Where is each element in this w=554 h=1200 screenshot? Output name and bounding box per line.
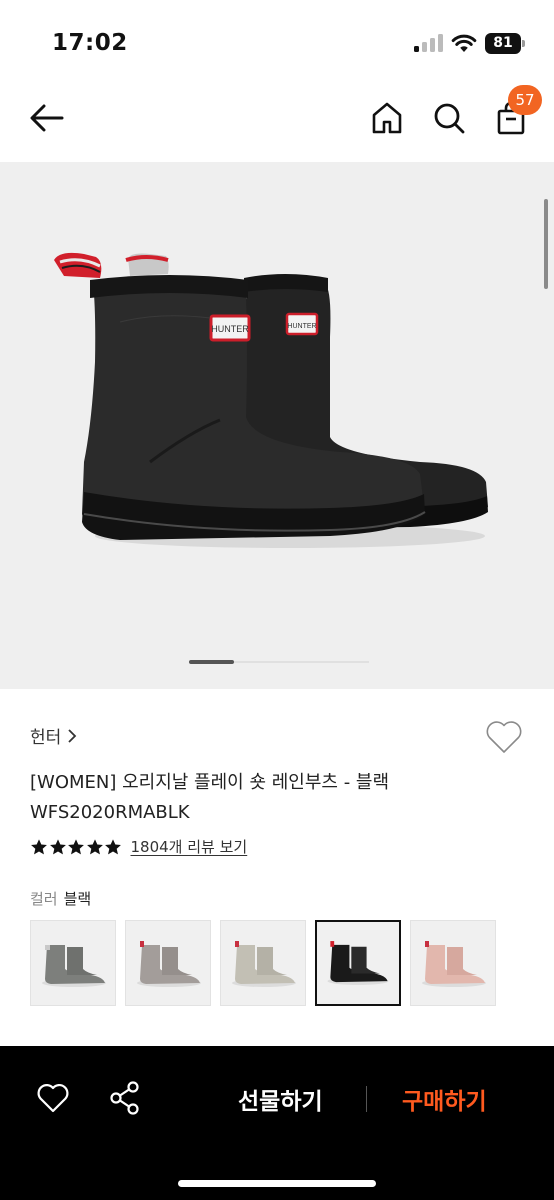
share-icon[interactable]	[108, 1080, 142, 1116]
brand-tag-text: HUNTER	[211, 324, 249, 334]
brand-link[interactable]: 헌터	[30, 723, 77, 748]
home-icon[interactable]	[369, 100, 405, 136]
bottom-action-bar: 선물하기 구매하기	[0, 1046, 554, 1200]
buy-button[interactable]: 구매하기	[402, 1082, 487, 1116]
color-swatch-beige[interactable]	[220, 920, 306, 1006]
product-title: [WOMEN] 오리지날 플레이 숏 레인부츠 - 블랙 WFS2020RMAB…	[30, 768, 510, 828]
product-image-carousel[interactable]: HUNTER HUNTER	[0, 162, 554, 689]
color-swatch-gray[interactable]	[30, 920, 116, 1006]
product-image: HUNTER HUNTER	[54, 252, 488, 548]
battery-icon: 81	[485, 33, 525, 54]
cart-count-badge: 57	[508, 85, 542, 115]
review-link[interactable]: 1804개 리뷰 보기	[131, 836, 248, 857]
color-swatches	[30, 920, 505, 1006]
home-indicator[interactable]	[178, 1180, 376, 1187]
star-icon	[49, 838, 66, 854]
heart-outline-icon[interactable]	[484, 719, 524, 755]
wifi-icon	[451, 34, 477, 52]
star-icon	[31, 838, 47, 854]
star-icon	[86, 838, 103, 854]
carousel-indicator	[189, 660, 234, 664]
brand-tag-text: HUNTER	[287, 323, 316, 330]
color-label-text: 컬러	[30, 890, 58, 908]
star-rating	[30, 838, 123, 856]
arrow-left-icon[interactable]	[28, 102, 66, 134]
search-icon[interactable]	[431, 100, 467, 136]
cellular-signal-icon	[414, 34, 444, 52]
rating-row: 1804개 리뷰 보기	[30, 836, 247, 857]
battery-level: 81	[493, 35, 513, 51]
chevron-right-icon	[68, 728, 77, 743]
color-swatch-black[interactable]	[315, 920, 401, 1006]
status-time: 17:02	[52, 30, 128, 56]
color-label: 컬러 블랙	[30, 888, 91, 909]
star-icon	[105, 838, 121, 854]
color-swatch-pink[interactable]	[410, 920, 496, 1006]
divider	[366, 1086, 367, 1112]
gift-button[interactable]: 선물하기	[238, 1082, 323, 1116]
scrollbar[interactable]	[544, 199, 548, 289]
top-nav	[0, 80, 554, 162]
brand-name: 헌터	[30, 728, 62, 748]
product-code: WFS2020RMABLK	[30, 802, 190, 823]
heart-outline-icon[interactable]	[36, 1082, 70, 1114]
color-swatch-taupe[interactable]	[125, 920, 211, 1006]
color-value: 블랙	[63, 890, 92, 908]
product-name: [WOMEN] 오리지날 플레이 숏 레인부츠 - 블랙	[30, 772, 390, 793]
star-icon	[68, 838, 84, 854]
status-bar: 17:02 81	[0, 0, 554, 80]
